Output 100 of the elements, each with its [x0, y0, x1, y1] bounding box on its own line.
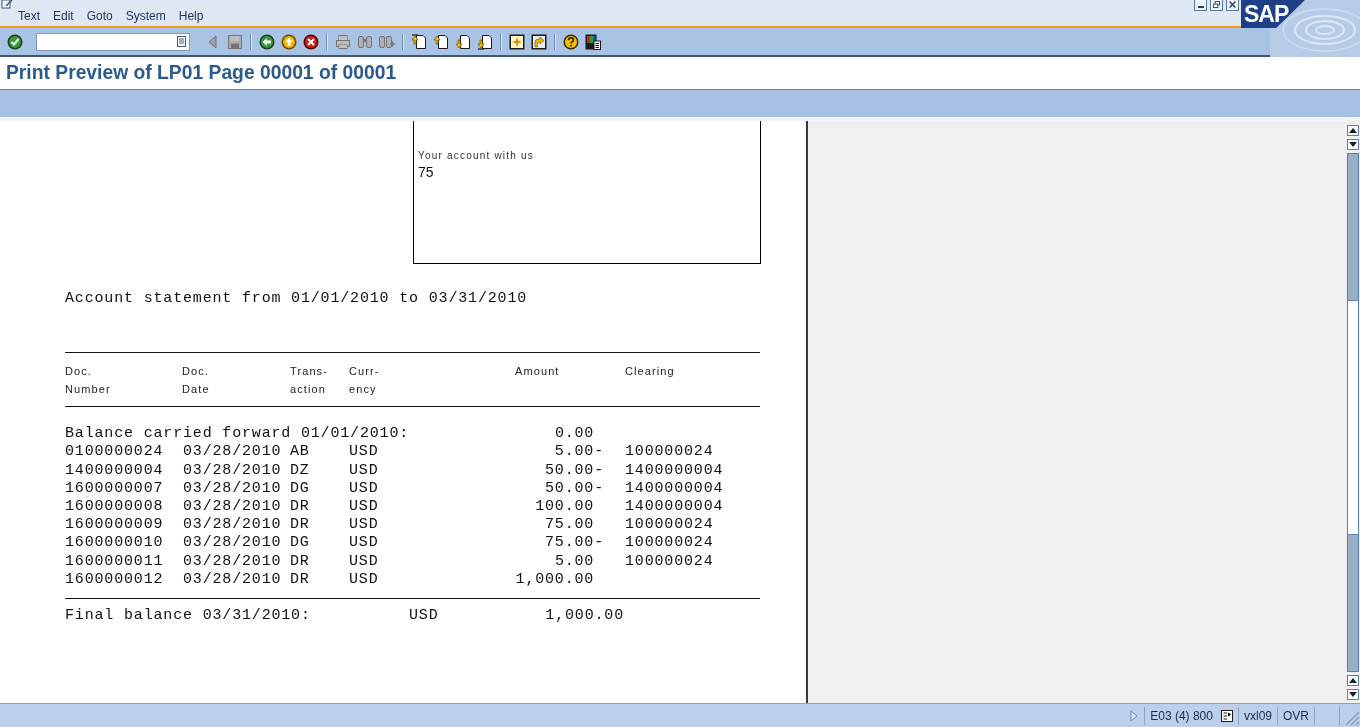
currency-cell-text: USD	[349, 461, 380, 480]
page-double-down-icon	[477, 33, 493, 50]
minimize-icon	[1197, 6, 1204, 8]
doc-number-cell-text: 1600000011	[65, 552, 165, 571]
transaction-cell-text: DR	[290, 516, 311, 535]
monitor-icon	[585, 33, 601, 50]
address-value: 75	[418, 164, 434, 180]
amount-cell-text: 1,000.00	[514, 570, 596, 590]
column-header: Doc. Number	[65, 364, 112, 398]
currency-cell-text: USD	[409, 607, 440, 626]
scrollbar-thumb[interactable]	[1348, 300, 1358, 535]
transaction-cell-text: DG	[290, 534, 311, 553]
currency-cell-text: USD	[349, 516, 380, 535]
doc-number-cell-text: 1400000004	[65, 461, 165, 480]
doc-date-cell-text: 03/28/2010	[183, 498, 283, 517]
menu-item[interactable]: Text	[18, 9, 40, 23]
amount-cell-text: 100.00	[534, 498, 596, 517]
currency-cell-text: USD	[349, 570, 380, 590]
close-icon	[1229, 0, 1236, 8]
doc-date-cell-text: 03/28/2010	[183, 461, 283, 480]
currency-cell-text: USD	[349, 443, 380, 462]
amount-cell-text: 75.00-	[544, 534, 604, 553]
window-arrow-icon	[531, 33, 547, 50]
doc-number-cell-text: 1600000009	[65, 516, 165, 535]
menu-item[interactable]: Help	[178, 9, 204, 23]
doc-date-cell-text: 03/28/2010	[183, 479, 283, 498]
binoculars-plus-icon	[379, 33, 395, 50]
restore-button[interactable]	[1210, 0, 1223, 11]
opening-balance-label: Balance carried forward 01/01/2010:	[65, 425, 409, 444]
amount-cell-text: 1,000.00	[544, 607, 624, 626]
clearing-cell: 100000024	[625, 443, 714, 462]
amount-cell-text: 50.00-	[544, 461, 604, 480]
minimize-button[interactable]	[1194, 0, 1207, 11]
triangle-down-icon	[1349, 692, 1357, 697]
doc-date-cell-text: 03/28/2010	[183, 534, 283, 553]
column-header: Amount	[515, 364, 561, 380]
doc-number-cell-text: 0100000024	[65, 443, 165, 462]
clearing-cell: 1400000004	[625, 479, 724, 498]
amount-cell-text: 50.00-	[544, 479, 604, 498]
triangle-right-icon[interactable]	[1130, 709, 1139, 722]
check-circle-icon	[7, 33, 23, 50]
help-icon	[563, 33, 579, 50]
restore-icon	[1213, 0, 1220, 8]
currency-cell-text: USD	[349, 552, 380, 571]
amount-cell-text: 5.00	[553, 552, 596, 571]
doc-date-cell-text: 03/28/2010	[183, 443, 283, 462]
page-down-icon	[455, 33, 471, 50]
clearing-cell: 100000024	[625, 552, 714, 571]
menu-item[interactable]: Goto	[86, 9, 113, 23]
scroll-down-button[interactable]	[1347, 139, 1359, 150]
scroll-up-button[interactable]	[1347, 125, 1359, 136]
transaction-cell-text: DR	[290, 498, 311, 517]
command-field[interactable]	[36, 32, 190, 51]
doc-number-cell-text: 1600000010	[65, 534, 165, 553]
page-double-up-icon	[411, 33, 427, 50]
scroll-down-button[interactable]	[1347, 689, 1359, 700]
page-up-icon	[433, 33, 449, 50]
amount-cell-text: 5.00-	[553, 443, 604, 462]
column-header: Trans- action	[290, 364, 329, 398]
currency-cell-text: USD	[349, 498, 380, 517]
clearing-cell: 100000024	[625, 534, 714, 553]
x-circle-icon	[303, 33, 319, 50]
transaction-cell-text: DR	[290, 552, 311, 571]
document-pencil-icon[interactable]	[1, 0, 13, 9]
star-window-icon	[509, 33, 525, 50]
arrow-left-circle-icon	[259, 33, 275, 50]
address-label: Your account with us	[418, 150, 534, 162]
arrow-up-circle-icon	[281, 33, 297, 50]
list-icon[interactable]	[1220, 709, 1233, 722]
column-header: Clearing	[625, 364, 675, 380]
doc-number-cell-text: 1600000007	[65, 479, 165, 498]
doc-number-cell-text: 1600000012	[65, 570, 165, 590]
session-text: E03 (4) 800	[1150, 708, 1213, 723]
resize-grip-icon[interactable]	[1339, 705, 1360, 726]
doc-number-cell-text: 1600000008	[65, 498, 165, 517]
transaction-cell-text: DR	[290, 570, 311, 590]
clearing-cell: 1400000004	[625, 498, 724, 517]
server-field: vxl09	[1237, 706, 1277, 725]
triangle-up-icon	[1349, 678, 1357, 683]
clearing-cell: 100000024	[625, 516, 714, 535]
amount-cell-text: 75.00	[544, 516, 596, 535]
clearing-cell: 1400000004	[625, 461, 724, 480]
transaction-cell-text: DG	[290, 479, 311, 498]
binoculars-icon	[357, 33, 373, 50]
screen-title: Print Preview of LP01 Page 00001 of 00001	[6, 62, 397, 84]
currency-cell-text: USD	[349, 479, 380, 498]
column-header: Doc. Date	[182, 364, 211, 398]
column-header: Curr- ency	[349, 364, 381, 398]
close-button[interactable]	[1226, 0, 1239, 11]
doc-date-cell-text: 03/28/2010	[183, 552, 283, 571]
currency-cell-text: USD	[349, 534, 380, 553]
final-balance-label: Final balance 03/31/2010:	[65, 607, 312, 626]
menu-item[interactable]: System	[125, 9, 166, 23]
amount-cell-text: 0.00	[553, 425, 596, 444]
triangle-down-icon	[1349, 142, 1357, 147]
scroll-up-button[interactable]	[1347, 675, 1359, 686]
list-icon[interactable]	[177, 36, 186, 47]
mode-field: OVR	[1277, 706, 1314, 725]
menu-item[interactable]: Edit	[53, 9, 74, 23]
doc-date-cell-text: 03/28/2010	[183, 516, 283, 535]
